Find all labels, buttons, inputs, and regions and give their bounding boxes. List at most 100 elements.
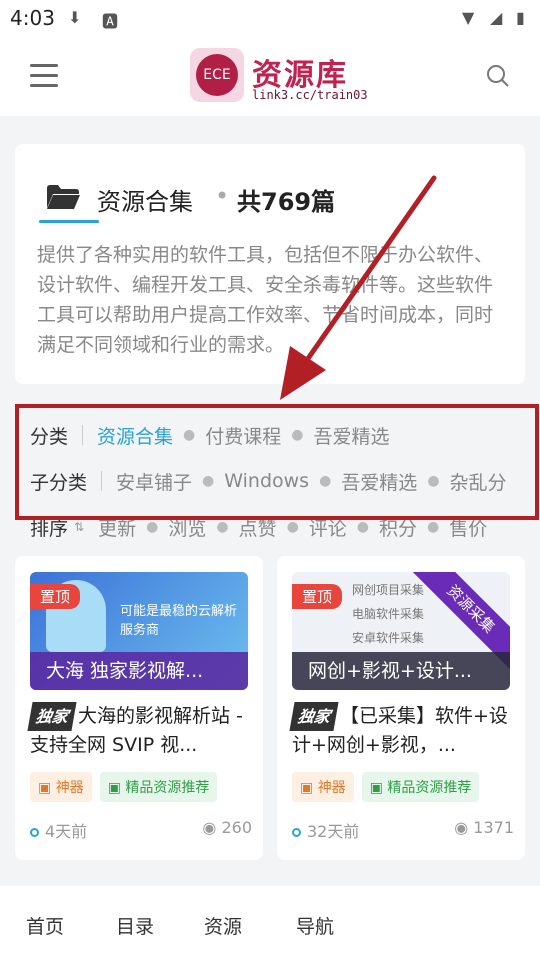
time-dot-icon	[30, 828, 39, 837]
box-icon: ▣	[369, 780, 383, 796]
page-title: 资源合集	[97, 188, 193, 216]
article-card[interactable]: 可能是最稳的云解析服务商 置顶 大海 独家影视解... 独家 大海的影视解析站 -…	[15, 556, 263, 860]
dot-separator: ●	[319, 473, 332, 489]
tag-shenqi[interactable]: ▣ 神器	[292, 772, 354, 802]
sort-option-views[interactable]: 浏览	[168, 514, 206, 541]
filter-panel: 分类 资源合集 ● 付费课程 ● 吾爱精选 子分类 安卓铺子 ● Windows…	[0, 402, 540, 522]
category-label: 分类	[30, 425, 69, 448]
category-item-52pojie-picks[interactable]: 吾爱精选	[313, 422, 389, 449]
sort-toggle-icon[interactable]: ⇅	[74, 520, 84, 534]
a-icon: 🅰	[102, 12, 119, 31]
sort-option-points[interactable]: 积分	[379, 514, 417, 541]
article-title[interactable]: 独家 大海的影视解析站 - 支持全网 SVIP 视...	[27, 702, 252, 760]
dot-separator: ●	[427, 519, 440, 535]
tag-recommended[interactable]: ▣ 精品资源推荐	[99, 772, 218, 802]
dot-separator: ●	[216, 519, 229, 535]
dot-separator: ●	[291, 427, 304, 443]
signal-icon: ◢	[490, 8, 503, 27]
tag-recommended[interactable]: ▣ 精品资源推荐	[361, 772, 480, 802]
status-time: 4:03	[10, 6, 55, 30]
divider	[101, 471, 103, 491]
article-meta: 32天前 ◉ 1371	[292, 818, 514, 842]
thumbnail-list-item: 电脑软件采集	[352, 607, 425, 621]
logo-subtitle: link3.cc/train03	[252, 88, 368, 102]
thumbnail-text: 可能是最稳的云解析服务商	[120, 604, 238, 638]
subcategory-item-android[interactable]: 安卓铺子	[116, 468, 192, 495]
search-icon[interactable]	[486, 64, 510, 88]
category-row: 分类 资源合集 ● 付费课程 ● 吾爱精选	[30, 420, 390, 450]
status-bar: 4:03 ⬇ 🅰 ▼ ◢ ▮	[0, 0, 540, 36]
divider	[82, 425, 84, 445]
dot-separator: ●	[146, 519, 159, 535]
tag-label: 神器	[317, 780, 346, 796]
post-time: 32天前	[307, 822, 360, 841]
nav-item-home[interactable]: 首页	[26, 912, 64, 939]
box-icon: ▣	[300, 780, 314, 796]
nav-item-catalog[interactable]: 目录	[116, 912, 154, 939]
nav-item-resources[interactable]: 资源	[204, 912, 242, 939]
bottom-nav: 首页 目录 资源 导航	[0, 886, 540, 960]
category-description: 提供了各种实用的软件工具，包括但不限于办公软件、设计软件、编程开发工具、安全杀毒…	[37, 244, 494, 356]
site-logo[interactable]: ECE 资源库 link3.cc/train03	[190, 48, 368, 106]
sort-option-updated[interactable]: 更新	[98, 514, 136, 541]
title-separator: •	[215, 182, 230, 210]
article-meta: 4天前 ◉ 260	[30, 818, 252, 842]
subcategory-item-windows[interactable]: Windows	[224, 470, 309, 492]
article-thumbnail[interactable]: 可能是最稳的云解析服务商 置顶 大海 独家影视解...	[30, 572, 248, 690]
dot-separator: ●	[183, 427, 196, 443]
pinned-badge: 置顶	[30, 584, 81, 609]
pinned-badge: 置顶	[292, 584, 343, 609]
article-card[interactable]: 网创项目采集 电脑软件采集 安卓软件采集 资源采集 置顶 网创+影视+设计...…	[277, 556, 525, 860]
view-count: ◉ 1371	[454, 818, 514, 837]
view-count-value: 1371	[473, 818, 514, 837]
tag-shenqi[interactable]: ▣ 神器	[30, 772, 92, 802]
thumbnail-list-item: 网创项目采集	[352, 583, 425, 597]
category-item-resource-collection[interactable]: 资源合集	[97, 422, 173, 449]
menu-icon[interactable]	[30, 64, 58, 88]
subcategory-item-misc[interactable]: 杂乱分	[450, 468, 507, 495]
exclusive-badge: 独家	[289, 702, 339, 731]
sort-option-price[interactable]: 售价	[449, 514, 487, 541]
tag-label: 神器	[55, 780, 84, 796]
article-thumbnail[interactable]: 网创项目采集 电脑软件采集 安卓软件采集 资源采集 置顶 网创+影视+设计...	[292, 572, 510, 690]
time-dot-icon	[292, 828, 301, 837]
wifi-icon: ▼	[462, 8, 475, 27]
subcategory-label: 子分类	[30, 471, 88, 494]
folder-icon	[47, 185, 80, 209]
view-count-value: 260	[221, 818, 252, 837]
logo-badge: ECE	[190, 48, 244, 102]
thumbnail-list: 网创项目采集 电脑软件采集 安卓软件采集	[352, 578, 424, 650]
thumbnail-list-item: 安卓软件采集	[352, 631, 425, 645]
battery-icon: ▮	[516, 8, 525, 27]
dot-separator: ●	[356, 519, 370, 535]
app-header: ECE 资源库 link3.cc/train03	[0, 36, 540, 116]
category-info-card: 资源合集 • 共769篇 提供了各种实用的软件工具，包括但不限于办公软件、设计软…	[15, 144, 525, 384]
title-underline	[39, 220, 99, 223]
thumbnail-caption: 大海 独家影视解...	[30, 652, 248, 690]
tag-label: 精品资源推荐	[387, 780, 472, 796]
download-icon: ⬇	[68, 8, 82, 27]
eye-icon: ◉	[454, 818, 469, 837]
tag-label: 精品资源推荐	[125, 780, 210, 796]
dot-separator: ●	[202, 473, 215, 489]
tag-list: ▣ 神器 ▣ 精品资源推荐	[292, 772, 480, 802]
view-count: ◉ 260	[202, 818, 252, 837]
subcategory-row: 子分类 安卓铺子 ● Windows ● 吾爱精选 ● 杂乱分	[30, 466, 507, 496]
sort-row: 排序 ⇅ 更新 ● 浏览 ● 点赞 ● 评论 ● 积分 ● 售价	[30, 512, 530, 542]
article-title[interactable]: 独家 【已采集】软件+设计+网创+影视，...	[289, 702, 514, 760]
subcategory-item-52pojie[interactable]: 吾爱精选	[341, 468, 417, 495]
category-item-paid-courses[interactable]: 付费课程	[205, 422, 281, 449]
eye-icon: ◉	[202, 818, 217, 837]
nav-item-navigation[interactable]: 导航	[296, 912, 334, 939]
box-icon: ▣	[38, 780, 52, 796]
dot-separator: ●	[427, 473, 440, 489]
post-time: 4天前	[45, 822, 88, 841]
dot-separator: ●	[286, 519, 299, 535]
sort-option-likes[interactable]: 点赞	[239, 514, 277, 541]
sort-label[interactable]: 排序	[30, 514, 68, 541]
sort-option-comments[interactable]: 评论	[309, 514, 347, 541]
thumbnail-caption: 网创+影视+设计...	[292, 652, 510, 690]
logo-badge-text: ECE	[196, 54, 238, 96]
exclusive-badge: 独家	[27, 702, 77, 731]
tag-list: ▣ 神器 ▣ 精品资源推荐	[30, 772, 218, 802]
